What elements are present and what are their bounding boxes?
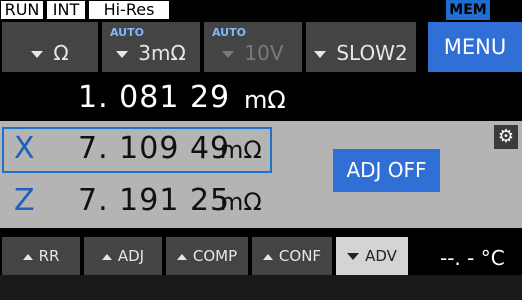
function-button[interactable]: Ω [2, 22, 98, 72]
chevron-up-icon [176, 253, 187, 260]
tab-adv-label: ADV [365, 247, 397, 265]
tab-comp-label: COMP [192, 247, 238, 265]
mem-indicator: MEM [446, 0, 490, 20]
voltage-auto-badge: AUTO [212, 26, 246, 39]
sub-reading-panel: X 7. 109 49 mΩ Z 7. 191 25 mΩ ADJ OFF ⚙ [0, 121, 522, 228]
toolbar: Ω AUTO 3mΩ AUTO 10V SLOW2 MENU [0, 20, 522, 75]
reactance-letter: X [14, 131, 35, 166]
reactance-value: 7. 109 49 [78, 131, 231, 166]
tab-rr[interactable]: RR [2, 237, 80, 275]
tab-adj[interactable]: ADJ [84, 237, 162, 275]
chevron-up-icon [101, 253, 112, 260]
reactance-unit: mΩ [220, 136, 262, 164]
temperature-readout: --. - °C [440, 246, 505, 270]
range-button[interactable]: AUTO 3mΩ [102, 22, 200, 72]
resistance-reading: 1. 081 29 mΩ [0, 80, 522, 120]
impedance-row[interactable]: Z 7. 191 25 mΩ [2, 179, 272, 225]
chevron-down-icon [222, 51, 235, 58]
hires-indicator: Hi-Res [88, 0, 170, 20]
run-indicator: RUN [0, 0, 44, 20]
chevron-down-icon [314, 51, 327, 58]
tab-adv[interactable]: ADV [336, 237, 408, 275]
range-label: 3mΩ [138, 41, 186, 65]
chevron-up-icon [262, 253, 273, 260]
speed-button[interactable]: SLOW2 [306, 22, 416, 72]
int-indicator: INT [46, 0, 86, 20]
reactance-row[interactable]: X 7. 109 49 mΩ [2, 127, 272, 173]
voltage-label: 10V [244, 41, 284, 65]
gear-icon[interactable]: ⚙ [494, 125, 518, 149]
tab-rr-label: RR [38, 247, 60, 265]
adj-off-button[interactable]: ADJ OFF [333, 149, 440, 192]
chevron-down-icon [347, 253, 360, 260]
impedance-unit: mΩ [220, 188, 262, 216]
function-label: Ω [53, 41, 69, 65]
menu-button[interactable]: MENU [428, 22, 522, 72]
chevron-down-icon [116, 51, 129, 58]
speed-label: SLOW2 [336, 41, 408, 65]
tab-conf-label: CONF [278, 247, 322, 265]
resistance-unit: mΩ [244, 86, 286, 114]
range-auto-badge: AUTO [110, 26, 144, 39]
impedance-letter: Z [14, 183, 35, 218]
bottom-strip [0, 275, 522, 300]
tab-comp[interactable]: COMP [166, 237, 248, 275]
chevron-up-icon [22, 253, 33, 260]
tab-adj-label: ADJ [117, 247, 145, 265]
impedance-value: 7. 191 25 [78, 183, 231, 218]
resistance-value: 1. 081 29 [78, 80, 231, 115]
tab-conf[interactable]: CONF [252, 237, 332, 275]
voltage-button[interactable]: AUTO 10V [204, 22, 302, 72]
chevron-down-icon [31, 51, 44, 58]
